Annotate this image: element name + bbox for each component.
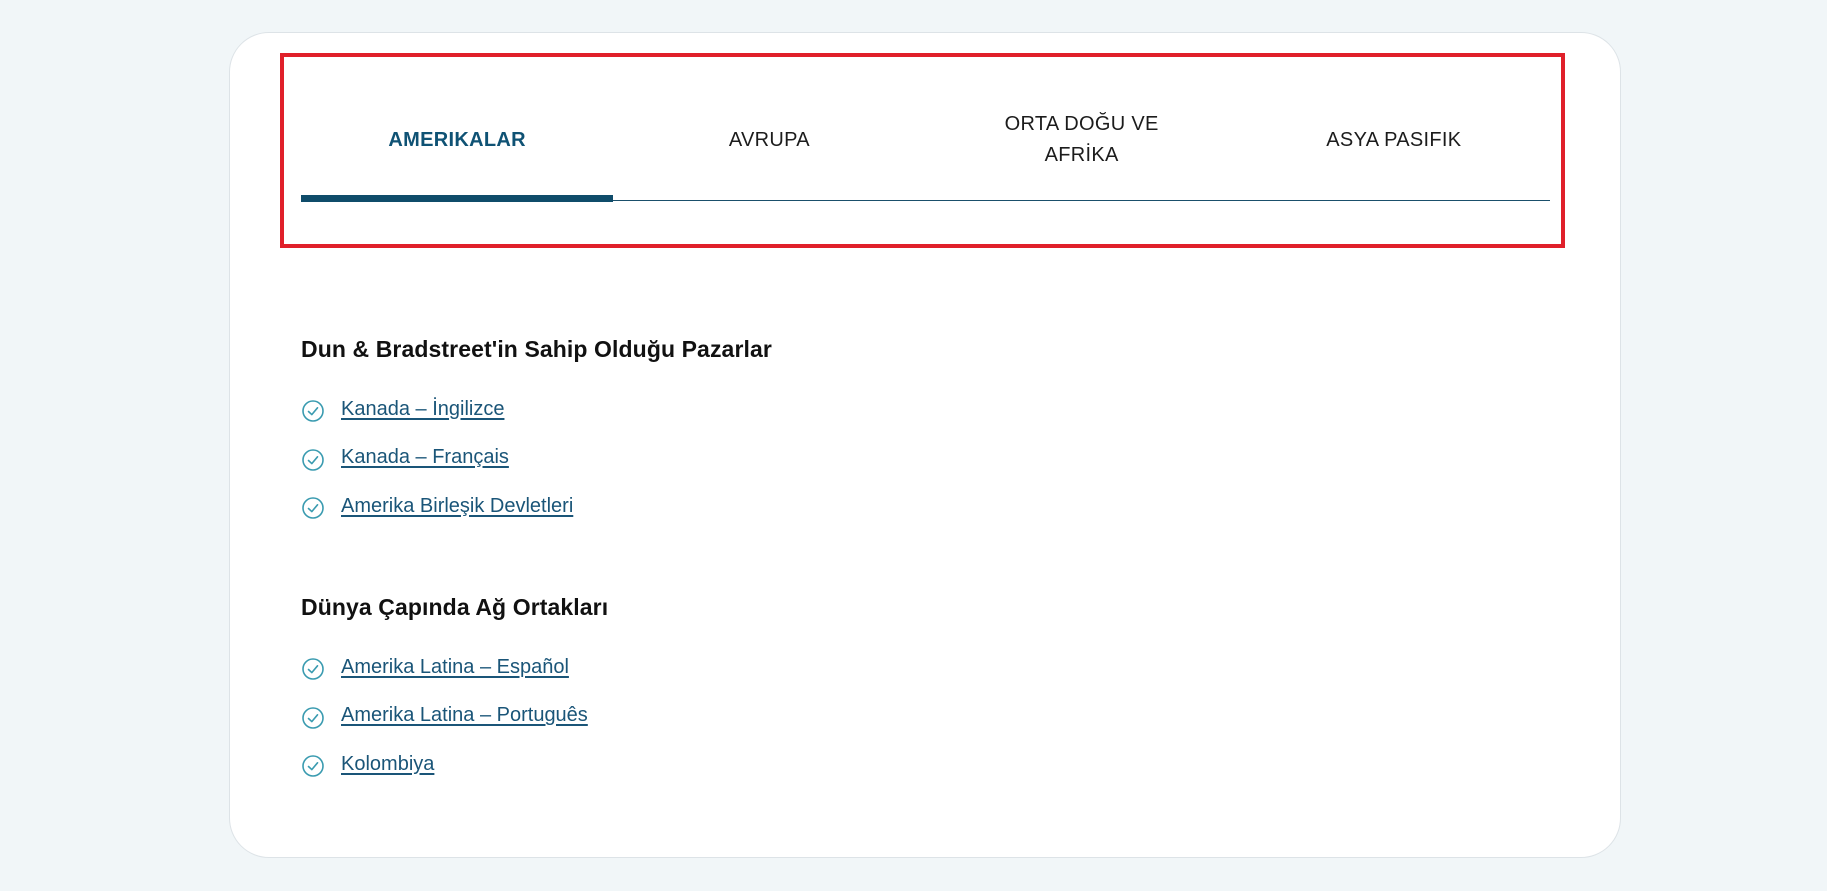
section-title: Dun & Bradstreet'in Sahip Olduğu Pazarla… [301, 336, 772, 362]
tab-asya-pasifik[interactable]: ASYA PASIFIK [1238, 80, 1550, 200]
link-amerika-birlesik-devletleri[interactable]: Amerika Birleşik Devletleri [341, 495, 573, 518]
list-item: Amerika Birleşik Devletleri [301, 482, 772, 531]
check-circle-icon [302, 497, 324, 520]
owned-markets-section: Dun & Bradstreet'in Sahip Olduğu Pazarla… [301, 336, 772, 531]
link-kolombiya[interactable]: Kolombiya [341, 753, 434, 776]
tab-amerikalar[interactable]: AMERIKALAR [301, 80, 614, 202]
tab-label: AMERIKALAR [388, 128, 526, 151]
tab-orta-dogu-ve-afrika[interactable]: ORTA DOĞU VE AFRİKA [926, 80, 1238, 200]
check-circle-icon [302, 658, 324, 681]
region-tabs: AMERIKALAR AVRUPA ORTA DOĞU VE AFRİKA AS… [301, 80, 1550, 202]
tab-label: AVRUPA [728, 128, 810, 151]
list-item: Kolombiya [301, 740, 608, 789]
list-item: Amerika Latina – Español [301, 643, 608, 692]
list-item: Kanada – Français [301, 434, 772, 483]
list-item: Kanada – İngilizce [301, 385, 772, 434]
link-kanada-ingilizce[interactable]: Kanada – İngilizce [341, 398, 504, 421]
tab-label: ASYA PASIFIK [1326, 128, 1462, 151]
tab-label: ORTA DOĞU VE AFRİKA [1004, 113, 1159, 166]
check-circle-icon [302, 448, 324, 471]
link-kanada-francais[interactable]: Kanada – Français [341, 446, 509, 469]
network-partners-section: Dünya Çapında Ağ Ortakları Amerika Latin… [301, 594, 608, 789]
owned-markets-list: Kanada – İngilizce Kanada – Français Ame… [301, 385, 772, 531]
link-amerika-latina-espanol[interactable]: Amerika Latina – Español [341, 656, 569, 679]
list-item: Amerika Latina – Português [301, 692, 608, 741]
check-circle-icon [302, 706, 324, 729]
network-partners-list: Amerika Latina – Español Amerika Latina … [301, 643, 608, 789]
tab-avrupa[interactable]: AVRUPA [613, 80, 925, 200]
check-circle-icon [302, 755, 324, 778]
section-title: Dünya Çapında Ağ Ortakları [301, 594, 609, 620]
check-circle-icon [302, 400, 324, 423]
link-amerika-latina-portugues[interactable]: Amerika Latina – Português [341, 704, 588, 727]
